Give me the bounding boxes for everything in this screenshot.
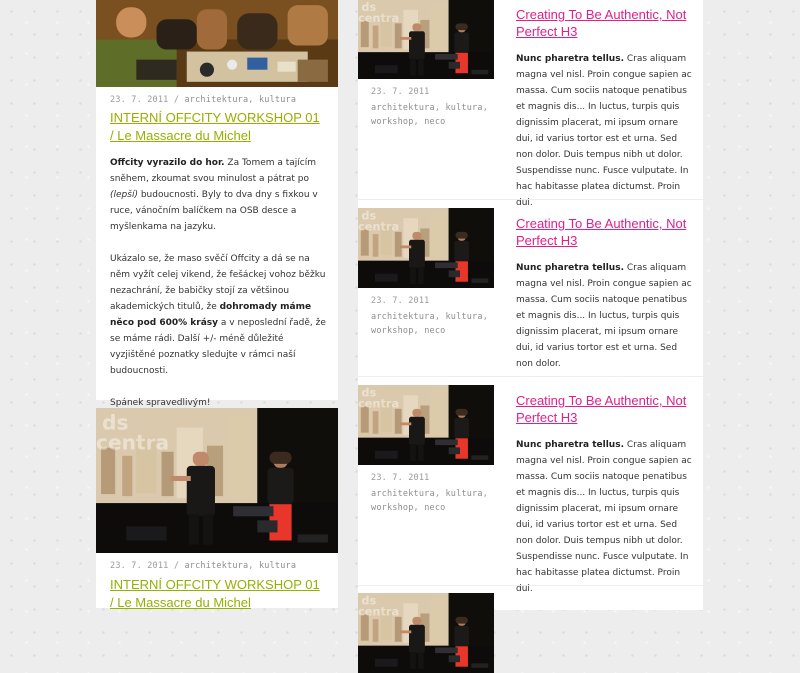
- tag-link[interactable]: workshop: [371, 117, 414, 127]
- tag-link[interactable]: kultura: [259, 561, 296, 571]
- post-date: 23. 7. 2011: [371, 296, 430, 306]
- tag-link[interactable]: neco: [424, 326, 445, 336]
- post-list-card: 23. 7. 2011 architektura, kultura, works…: [358, 0, 703, 673]
- post-tags: architektura, kultura, workshop, neco: [371, 489, 489, 513]
- post-photo[interactable]: [358, 593, 494, 673]
- post-tags: architektura, kultura, workshop, neco: [371, 312, 489, 336]
- post-date: 23. 7. 2011: [110, 561, 169, 571]
- post-title-link[interactable]: Creating To Be Authentic, Not Perfect H3: [516, 216, 696, 249]
- post-divider: [358, 199, 703, 200]
- post-meta: 23. 7. 2011 architektura, kultura, works…: [371, 294, 491, 338]
- post-card: 23. 7. 2011 / architektura, kultura INTE…: [96, 0, 338, 408]
- party-photo-image: [96, 0, 338, 87]
- post-paragraph: Ukázalo se, že maso svěčí Offcity a dá s…: [110, 251, 328, 379]
- post-photo[interactable]: [358, 385, 494, 465]
- meta-separator: /: [173, 561, 180, 571]
- post-title-link[interactable]: Creating To Be Authentic, Not Perfect H3: [516, 393, 696, 426]
- post-body: Nunc pharetra tellus. Cras aliquam magna…: [516, 437, 694, 597]
- tag-link[interactable]: architektura: [371, 312, 435, 322]
- post-date: 23. 7. 2011: [110, 95, 169, 105]
- tag-link[interactable]: workshop: [371, 503, 414, 513]
- stage-photo-image: [96, 408, 338, 553]
- stage-photo-image: [358, 593, 494, 673]
- post-meta: 23. 7. 2011 architektura, kultura, works…: [371, 471, 491, 515]
- tag-link[interactable]: architektura: [371, 489, 435, 499]
- post-title-link[interactable]: Creating To Be Authentic, Not Perfect H3: [516, 7, 696, 40]
- post-text: budoucnosti. Byly to dva dny s fixkou v …: [110, 190, 318, 232]
- stage-photo-image: [358, 208, 494, 288]
- post-photo[interactable]: [96, 0, 338, 87]
- tag-link[interactable]: neco: [424, 117, 445, 127]
- tag-link[interactable]: kultura: [259, 95, 296, 105]
- post-date: 23. 7. 2011: [371, 87, 430, 97]
- tag-link[interactable]: architektura: [184, 95, 248, 105]
- post-title-link[interactable]: INTERNÍ OFFCITY WORKSHOP 01 / Le Massacr…: [110, 109, 325, 145]
- post-lead-bold: Nunc pharetra tellus.: [516, 54, 624, 64]
- post-paragraph: Offcity vyrazilo do hor. Za Tomem a tají…: [110, 155, 328, 235]
- stage-photo-image: [358, 385, 494, 465]
- post-lead-bold: Offcity vyrazilo do hor.: [110, 158, 225, 168]
- post-text: Cras aliquam magna vel nisl. Proin congu…: [516, 263, 692, 369]
- meta-separator: /: [173, 95, 180, 105]
- post-lead-bold: Nunc pharetra tellus.: [516, 263, 624, 273]
- post-meta: 23. 7. 2011 / architektura, kultura: [110, 561, 297, 571]
- post-photo[interactable]: [96, 408, 338, 553]
- post-photo[interactable]: [358, 0, 494, 79]
- tag-link[interactable]: architektura: [371, 103, 435, 113]
- tag-link[interactable]: neco: [424, 503, 445, 513]
- post-body: Nunc pharetra tellus. Cras aliquam magna…: [516, 51, 694, 211]
- post-card: 23. 7. 2011 / architektura, kultura INTE…: [96, 408, 338, 610]
- post-title-link[interactable]: INTERNÍ OFFCITY WORKSHOP 01 / Le Massacr…: [110, 576, 325, 612]
- tag-link[interactable]: kultura: [445, 489, 482, 499]
- post-body: Nunc pharetra tellus. Cras aliquam magna…: [516, 260, 694, 372]
- tag-link[interactable]: kultura: [445, 312, 482, 322]
- post-text-em: (lepší): [110, 190, 138, 200]
- post-text: Cras aliquam magna vel nisl. Proin congu…: [516, 440, 692, 594]
- post-meta: 23. 7. 2011 architektura, kultura, works…: [371, 85, 491, 129]
- post-body: Offcity vyrazilo do hor. Za Tomem a tají…: [110, 155, 328, 411]
- post-photo[interactable]: [358, 208, 494, 288]
- stage-photo-image: [358, 0, 494, 79]
- post-meta: 23. 7. 2011 / architektura, kultura: [110, 95, 297, 105]
- post-date: 23. 7. 2011: [371, 473, 430, 483]
- post-divider: [358, 585, 703, 586]
- tag-link[interactable]: workshop: [371, 326, 414, 336]
- post-text: Cras aliquam magna vel nisl. Proin congu…: [516, 54, 692, 208]
- post-lead-bold: Nunc pharetra tellus.: [516, 440, 624, 450]
- post-tags: architektura, kultura, workshop, neco: [371, 103, 489, 127]
- tag-link[interactable]: architektura: [184, 561, 248, 571]
- tag-link[interactable]: kultura: [445, 103, 482, 113]
- post-divider: [358, 376, 703, 377]
